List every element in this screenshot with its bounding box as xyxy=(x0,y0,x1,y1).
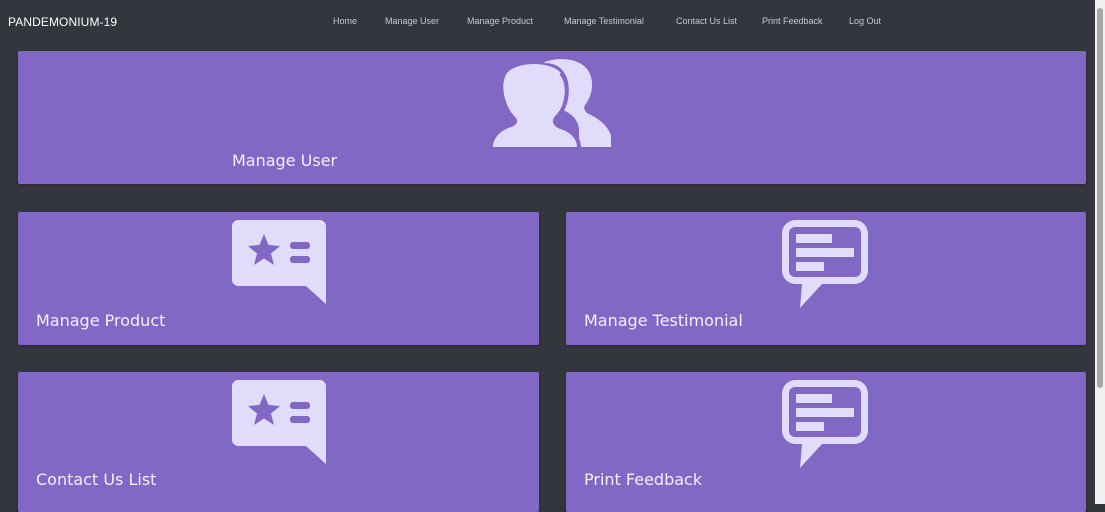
manage-testimonial-card[interactable]: Manage Testimonial xyxy=(566,212,1086,345)
print-feedback-label: Print Feedback xyxy=(584,470,703,489)
scrollbar-thumb[interactable] xyxy=(1097,8,1103,388)
comment-lines-icon xyxy=(782,220,868,308)
top-navbar: PANDEMONIUM-19 Home Manage User Manage P… xyxy=(0,0,1095,44)
manage-product-label: Manage Product xyxy=(36,311,166,330)
contact-us-list-label: Contact Us List xyxy=(36,470,157,489)
manage-user-label: Manage User xyxy=(232,151,338,170)
nav-manage-product[interactable]: Manage Product xyxy=(467,16,533,26)
contact-us-list-card[interactable]: Contact Us List xyxy=(18,372,539,512)
manage-testimonial-label: Manage Testimonial xyxy=(584,311,743,330)
nav-home[interactable]: Home xyxy=(333,16,357,26)
id-card-star-icon xyxy=(232,220,326,304)
nav-manage-user[interactable]: Manage User xyxy=(385,16,439,26)
nav-manage-testimonial[interactable]: Manage Testimonial xyxy=(564,16,644,26)
manage-product-card[interactable]: Manage Product xyxy=(18,212,539,345)
manage-user-card[interactable]: Manage User xyxy=(18,51,1086,184)
comment-lines-icon xyxy=(782,380,868,468)
users-icon xyxy=(493,59,611,148)
page-scrollbar[interactable] xyxy=(1095,0,1105,504)
print-feedback-card[interactable]: Print Feedback xyxy=(566,372,1086,512)
id-card-star-icon xyxy=(232,380,326,464)
nav-print-feedback[interactable]: Print Feedback xyxy=(762,16,823,26)
nav-log-out[interactable]: Log Out xyxy=(849,16,881,26)
brand-logo[interactable]: PANDEMONIUM-19 xyxy=(8,15,117,29)
nav-contact-us-list[interactable]: Contact Us List xyxy=(676,16,737,26)
